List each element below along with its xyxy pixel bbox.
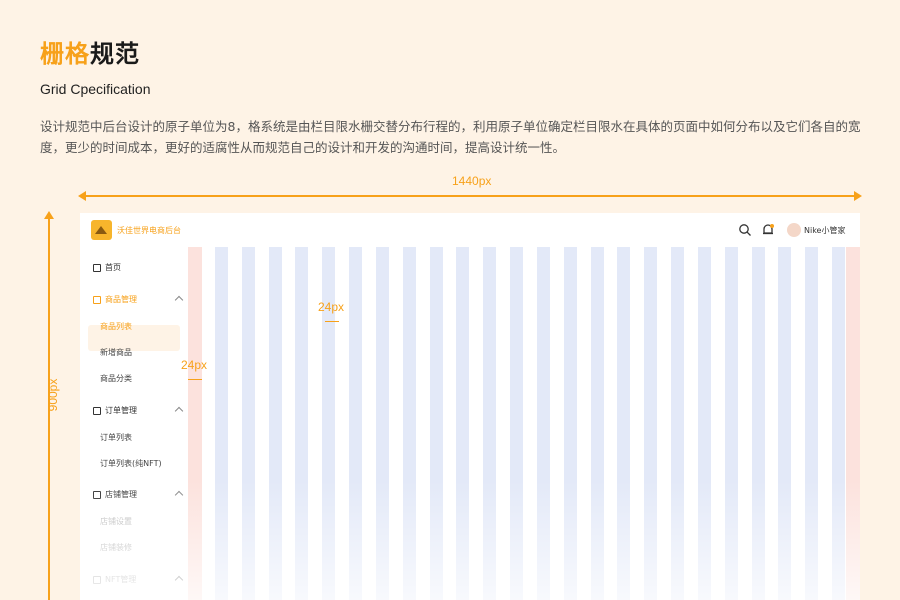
grid-margin-right [846, 247, 860, 600]
search-icon[interactable] [738, 223, 752, 237]
sidebar-item-order-list[interactable]: 订单列表 [100, 432, 132, 443]
sidebar-item-goods-category[interactable]: 商品分类 [100, 373, 132, 384]
grid-column [778, 247, 792, 600]
grid-column [832, 247, 846, 600]
chevron-up-icon[interactable] [174, 490, 184, 500]
order-icon [93, 406, 101, 415]
description-text: 设计规范中后台设计的原子单位为8，格系统是由栏目限水栅交替分布行程的，利用原子单… [40, 119, 861, 155]
chevron-up-icon[interactable] [174, 295, 184, 305]
sidebar-item-label: 商品管理 [105, 295, 137, 304]
grid-column [214, 247, 228, 600]
sidebar-item-label: 订单管理 [105, 406, 137, 415]
margin-label: 24px [181, 358, 208, 372]
page-title: 栅格规范 [40, 40, 140, 68]
app-topbar: 沃佳世界电商后台 Nike小管家 [80, 213, 860, 247]
grid-column [751, 247, 765, 600]
margin-indicator [188, 379, 202, 380]
grid-column [483, 247, 497, 600]
sidebar-item-label: NFT管理 [105, 575, 137, 584]
grid-margin-left [188, 247, 202, 600]
grid-column [644, 247, 658, 600]
grid-column [295, 247, 309, 600]
height-dimension-label: 900px [46, 378, 60, 412]
sidebar-item-goods[interactable]: 商品管理 [93, 294, 137, 305]
grid-column [563, 247, 577, 600]
logo-icon [91, 220, 112, 240]
width-dimension-label: 1440px [452, 174, 492, 188]
sidebar-item-shop[interactable]: 店铺管理 [93, 489, 137, 500]
app-mockup: 沃佳世界电商后台 Nike小管家 首页 商品管理 商品列表 新增商品 商品分类 … [80, 213, 860, 600]
sidebar-item-shop-settings[interactable]: 店铺设置 [100, 516, 132, 527]
chevron-up-icon[interactable] [174, 406, 184, 416]
grid-column [456, 247, 470, 600]
gutter-label: 24px [318, 300, 345, 314]
grid-column [724, 247, 738, 600]
nft-icon [93, 575, 101, 584]
sidebar: 首页 商品管理 商品列表 新增商品 商品分类 订单管理 订单列表 订单列表(纯N… [80, 247, 188, 600]
grid-column [402, 247, 416, 600]
box-icon [93, 295, 101, 304]
title-accent: 栅格 [40, 40, 90, 68]
sidebar-item-label: 首页 [105, 263, 121, 272]
grid-column [375, 247, 389, 600]
sidebar-item-home[interactable]: 首页 [93, 262, 121, 273]
sidebar-item-shop-decoration[interactable]: 店铺装修 [100, 542, 132, 553]
grid-column [590, 247, 604, 600]
chevron-up-icon[interactable] [174, 575, 184, 585]
grid-column [805, 247, 819, 600]
shop-icon [93, 490, 101, 499]
grid-column [429, 247, 443, 600]
bell-icon[interactable] [761, 223, 775, 237]
grid-column [349, 247, 363, 600]
home-icon [93, 263, 101, 272]
page-subtitle: Grid Cpecification [40, 81, 151, 97]
grid-column [536, 247, 550, 600]
grid-column [510, 247, 524, 600]
grid-column [697, 247, 711, 600]
sidebar-item-nft[interactable]: NFT管理 [93, 574, 136, 585]
grid-column [671, 247, 685, 600]
grid-column [617, 247, 631, 600]
avatar[interactable] [787, 223, 801, 237]
brand-name: 沃佳世界电商后台 [117, 226, 181, 235]
sidebar-item-goods-list[interactable]: 商品列表 [100, 321, 132, 332]
sidebar-item-orders[interactable]: 订单管理 [93, 405, 137, 416]
sidebar-item-order-list-nft[interactable]: 订单列表(纯NFT) [100, 458, 162, 469]
title-rest: 规范 [90, 40, 140, 68]
grid-column [268, 247, 282, 600]
width-dimension-line [78, 191, 862, 201]
sidebar-item-add-goods[interactable]: 新增商品 [100, 347, 132, 358]
sidebar-item-label: 店铺管理 [105, 490, 137, 499]
user-name[interactable]: Nike小管家 [804, 225, 845, 236]
grid-overlay [188, 247, 860, 600]
grid-column [241, 247, 255, 600]
gutter-indicator [325, 321, 339, 322]
